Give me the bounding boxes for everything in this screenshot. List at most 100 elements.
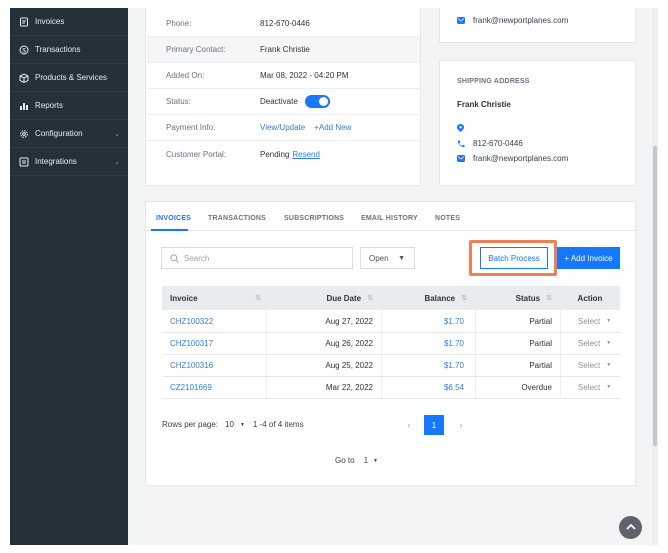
customer-portal-value: Pending Resend <box>260 150 320 159</box>
status-cell: Overdue <box>521 382 552 392</box>
active-tab-indicator <box>151 229 188 231</box>
resend-link[interactable]: Resend <box>292 150 320 159</box>
col-header-label: Action <box>577 293 603 303</box>
invoice-number-link[interactable]: CHZ100317 <box>170 332 213 354</box>
invoice-number-link[interactable]: CZ2101669 <box>170 376 212 398</box>
sidebar-item-reports[interactable]: Reports <box>10 92 128 120</box>
caret-down-icon: ▼ <box>606 340 612 346</box>
sidebar-item-products-services[interactable]: Products & Services <box>10 64 128 92</box>
col-header-label: Status <box>515 293 541 303</box>
sidebar: Invoices $ Transactions Products & Servi… <box>10 8 128 545</box>
action-select-label: Select <box>578 382 601 392</box>
invoice-icon <box>19 17 29 27</box>
caret-down-icon: ▼ <box>398 254 405 262</box>
due-date-cell: Aug 27, 2022 <box>325 316 373 326</box>
phone-icon <box>457 140 467 148</box>
add-new-payment-link[interactable]: +Add New <box>314 123 351 132</box>
sidebar-item-label: Reports <box>35 101 64 110</box>
status-filter-select[interactable]: Open ▼ <box>360 247 415 269</box>
sidebar-item-label: Invoices <box>35 17 65 26</box>
search-placeholder: Search <box>184 253 210 263</box>
goto-value: 1 <box>363 456 369 465</box>
tab-transactions[interactable]: TRANSACTIONS <box>208 215 266 222</box>
status-text: Deactivate <box>260 97 298 106</box>
bar-chart-icon <box>19 101 29 111</box>
add-invoice-button[interactable]: + Add Invoice <box>557 247 620 269</box>
col-header-due-date[interactable]: Due Date ⇅ <box>266 286 381 310</box>
rows-per-page-label: Rows per page: <box>162 420 219 429</box>
due-date-cell: Aug 25, 2022 <box>325 360 373 370</box>
page-button-current[interactable]: 1 <box>424 415 444 435</box>
status-cell: Partial <box>529 338 552 348</box>
portal-status-text: Pending <box>260 149 290 159</box>
scrollbar-thumb[interactable] <box>653 146 657 446</box>
box-icon <box>19 72 29 83</box>
shipping-phone: 812-670-0446 <box>473 139 523 148</box>
integrations-icon <box>19 157 29 167</box>
col-header-invoice[interactable]: Invoice ⇅ <box>162 286 266 310</box>
col-header-balance[interactable]: Balance ⇅ <box>381 286 475 310</box>
sidebar-item-label: Transactions <box>35 45 81 54</box>
next-page-button[interactable]: › <box>451 415 471 435</box>
tab-invoices[interactable]: INVOICES <box>156 215 191 222</box>
detail-row-primary-contact: Primary Contact: Frank Christie <box>147 37 420 63</box>
rows-per-page: Rows per page: 10 ▼ 1 -4 of 4 items <box>162 420 304 429</box>
caret-down-icon: ▼ <box>606 318 612 324</box>
due-date-cell: Mar 22, 2022 <box>325 382 373 392</box>
contact-email: frank@newportplanes.com <box>473 16 569 25</box>
prev-page-button[interactable]: ‹ <box>399 415 419 435</box>
tabs-divider <box>146 230 635 231</box>
tab-subscriptions[interactable]: SUBSCRIPTIONS <box>284 215 344 222</box>
search-input[interactable]: Search <box>161 247 353 269</box>
shipping-address-card: SHIPPING ADDRESS Frank Christie 812-670-… <box>439 60 636 186</box>
action-select-label: Select <box>578 338 601 348</box>
tab-notes[interactable]: NOTES <box>435 215 460 222</box>
status-cell: Partial <box>529 360 552 370</box>
action-select[interactable]: Select ▼ <box>578 376 611 398</box>
caret-down-icon: ▼ <box>373 457 378 464</box>
col-header-status[interactable]: Status ⇅ <box>475 286 560 310</box>
dollar-circle-icon: $ <box>19 45 29 55</box>
sidebar-item-label: Integrations <box>35 157 77 166</box>
tab-email-history[interactable]: EMAIL HISTORY <box>361 215 418 222</box>
caret-down-icon: ▼ <box>606 384 612 390</box>
detail-row-phone: Phone: 812-670-0446 <box>147 11 420 37</box>
action-select[interactable]: Select ▼ <box>578 310 611 332</box>
batch-process-button[interactable]: Batch Process <box>480 247 548 269</box>
detail-label: Phone: <box>166 19 192 28</box>
invoice-number-link[interactable]: CHZ100322 <box>170 310 213 332</box>
sidebar-item-configuration[interactable]: Configuration ⌄ <box>10 120 128 148</box>
shipping-email-line: frank@newportplanes.com <box>457 154 568 163</box>
balance-cell: $1.70 <box>443 338 464 348</box>
detail-label: Payment Info: <box>166 123 216 132</box>
payment-info-value: View/Update +Add New <box>260 123 351 132</box>
customer-details-card: Phone: 812-670-0446 Primary Contact: Fra… <box>145 8 421 186</box>
row-divider <box>162 398 620 399</box>
shipping-phone-line: 812-670-0446 <box>457 139 523 148</box>
rows-per-page-select[interactable]: 10 ▼ <box>225 420 245 429</box>
search-icon <box>170 253 179 263</box>
sidebar-item-integrations[interactable]: Integrations ⌄ <box>10 148 128 176</box>
chevron-up-icon <box>625 523 636 532</box>
caret-down-icon: ▼ <box>239 421 245 428</box>
sidebar-item-transactions[interactable]: $ Transactions <box>10 36 128 64</box>
action-select[interactable]: Select ▼ <box>578 354 611 376</box>
view-update-link[interactable]: View/Update <box>260 123 305 132</box>
detail-label: Added On: <box>166 71 205 80</box>
status-toggle[interactable] <box>304 95 330 108</box>
invoice-number-link[interactable]: CHZ100316 <box>170 354 213 376</box>
detail-row-status: Status: Deactivate <box>147 89 420 115</box>
shipping-name: Frank Christie <box>457 100 511 109</box>
scroll-to-top-button[interactable] <box>619 516 642 539</box>
location-pin-icon <box>457 124 467 132</box>
goto-label: Go to <box>335 456 355 465</box>
page-range-text: 1 -4 of 4 items <box>252 420 304 429</box>
action-select[interactable]: Select ▼ <box>578 332 611 354</box>
scrollbar-track[interactable] <box>652 8 658 545</box>
sidebar-item-invoices[interactable]: Invoices <box>10 8 128 36</box>
goto-page-select[interactable]: 1 ▼ <box>364 456 378 465</box>
sort-icon: ⇅ <box>461 295 467 302</box>
shipping-email: frank@newportplanes.com <box>473 154 569 163</box>
detail-row-added-on: Added On: Mar 08, 2022 - 04:20 PM <box>147 63 420 89</box>
primary-contact-value: Frank Christie <box>260 45 310 54</box>
